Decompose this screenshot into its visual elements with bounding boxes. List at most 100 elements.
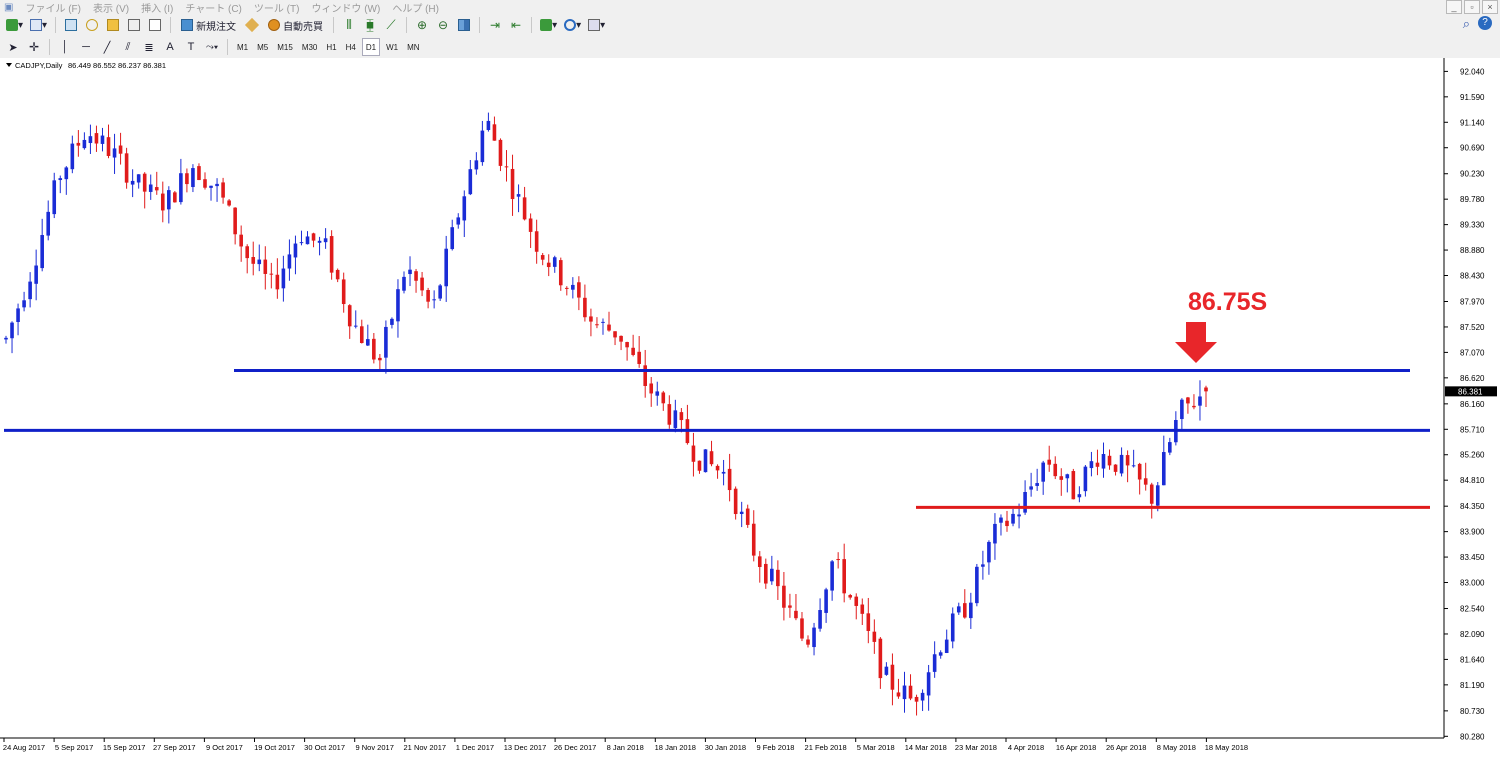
bull-candle <box>136 174 141 183</box>
auto-trade-button[interactable]: 自動売買 <box>264 16 327 34</box>
bull-candle <box>432 299 436 301</box>
auto-trade-icon <box>268 19 281 31</box>
bull-candle <box>64 167 69 180</box>
new-chart-button[interactable]: ▾ <box>4 16 25 34</box>
timeframe-h4[interactable]: H4 <box>343 39 359 55</box>
help-icon[interactable]: ? <box>1478 16 1492 30</box>
search-icon[interactable]: ⌕ <box>1463 16 1470 32</box>
menu-insert[interactable]: 挿入 (I) <box>141 0 173 15</box>
bull-candle <box>28 281 32 300</box>
auto-scroll-button[interactable]: ⇥ <box>486 16 504 34</box>
new-order-button[interactable]: 新規注文 <box>177 16 240 34</box>
bull-candle <box>34 265 38 284</box>
bull-candle <box>571 284 575 290</box>
menu-view[interactable]: 表示 (V) <box>93 0 129 15</box>
bull-candle <box>1083 466 1088 492</box>
candlestick-button[interactable]: ⧯ <box>361 16 379 34</box>
bull-candle <box>516 194 521 197</box>
bear-candle <box>154 187 159 191</box>
menu-window[interactable]: ウィンドウ (W) <box>311 0 380 15</box>
price-tick-label: 88.430 <box>1460 272 1485 281</box>
navigator-button[interactable] <box>104 16 122 34</box>
timeframe-m30[interactable]: M30 <box>299 39 321 55</box>
strategy-tester-button[interactable] <box>146 16 164 34</box>
bull-candle <box>1077 494 1082 498</box>
bear-candle <box>715 465 720 471</box>
line-chart-button[interactable]: ⟋ <box>382 16 400 34</box>
menu-tools[interactable]: ツール (T) <box>254 0 300 15</box>
bull-candle <box>938 652 943 656</box>
bar-chart-button[interactable]: ⫴ <box>340 16 358 34</box>
timeframe-d1[interactable]: D1 <box>361 38 381 56</box>
timeframe-m15[interactable]: M15 <box>274 39 296 55</box>
chart-shift-button[interactable]: ⇤ <box>507 16 525 34</box>
bear-candle <box>709 451 714 465</box>
zoom-in-button[interactable]: ⊕ <box>413 16 431 34</box>
bear-candle <box>679 412 684 421</box>
app-icon[interactable]: ▣ <box>4 2 13 13</box>
price-tick-label: 85.260 <box>1460 451 1485 460</box>
bear-candle <box>341 279 346 305</box>
price-tick-label: 82.540 <box>1460 605 1485 614</box>
data-window-button[interactable] <box>83 16 101 34</box>
timeframe-m1[interactable]: M1 <box>234 39 251 55</box>
bear-candle <box>275 274 280 290</box>
zoom-out-button[interactable]: ⊖ <box>434 16 452 34</box>
bear-candle <box>311 233 316 241</box>
fibonacci-button[interactable]: ≣ <box>140 38 158 56</box>
candlestick-chart[interactable]: CADJPY,Daily 86.449 86.552 86.237 86.381… <box>0 58 1500 758</box>
bear-candle <box>546 262 551 268</box>
bull-candle <box>468 169 473 195</box>
timeframe-h1[interactable]: H1 <box>323 39 339 55</box>
chart-window[interactable]: CADJPY,Daily 86.449 86.552 86.237 86.381… <box>0 58 1500 758</box>
annotation-label: 86.75S <box>1188 288 1267 316</box>
close-button[interactable]: × <box>1482 0 1498 14</box>
menu-chart[interactable]: チャート (C) <box>185 0 242 15</box>
bear-candle <box>637 351 641 364</box>
bull-candle <box>673 410 678 429</box>
bear-candle <box>227 200 231 206</box>
menu-file[interactable]: ファイル (F) <box>25 0 81 15</box>
bull-candle <box>739 511 744 514</box>
vertical-line-button[interactable]: │ <box>56 38 74 56</box>
menu-help[interactable]: ヘルプ (H) <box>392 0 439 15</box>
profiles-button[interactable]: ▾ <box>28 16 49 34</box>
time-tick-label: 15 Sep 2017 <box>103 743 146 752</box>
main-toolbar: ▾ ▾ 新規注文 自動売買 ⫴ ⧯ ⟋ ⊕ ⊖ ⇥ ⇤ ▾ ▾ ▾ ⌕ ? <box>0 14 1500 37</box>
timeframe-mn[interactable]: MN <box>404 39 422 55</box>
timeframe-m5[interactable]: M5 <box>254 39 271 55</box>
metaeditor-button[interactable] <box>243 16 261 34</box>
horizontal-line-button[interactable]: ─ <box>77 38 95 56</box>
cursor-button[interactable]: ➤ <box>4 38 22 56</box>
arrows-button[interactable]: ⤳▾ <box>203 38 221 56</box>
bull-candle <box>969 602 973 619</box>
tile-windows-button[interactable] <box>455 16 473 34</box>
price-tick-label: 87.520 <box>1460 323 1485 332</box>
periods-button[interactable]: ▾ <box>562 16 583 34</box>
time-tick-label: 16 Apr 2018 <box>1056 743 1096 752</box>
bear-candle <box>160 193 165 211</box>
text-button[interactable]: A <box>161 38 179 56</box>
terminal-button[interactable] <box>125 16 143 34</box>
templates-button[interactable]: ▾ <box>586 16 607 34</box>
bear-candle <box>420 277 424 291</box>
trendline-button[interactable]: ╱ <box>98 38 116 56</box>
bull-candle <box>179 173 183 203</box>
price-tick-label: 81.640 <box>1460 655 1485 664</box>
bear-candle <box>607 324 611 331</box>
indicators-button[interactable]: ▾ <box>538 16 559 34</box>
toolbar-divider <box>55 17 57 33</box>
bear-candle <box>872 631 877 642</box>
market-watch-button[interactable] <box>62 16 80 34</box>
timeframe-w1[interactable]: W1 <box>383 39 401 55</box>
channel-button[interactable]: ⫽ <box>119 38 137 56</box>
new-order-icon <box>181 19 194 31</box>
bear-candle <box>577 282 581 298</box>
bull-candle <box>1161 452 1166 486</box>
minimize-button[interactable]: _ <box>1446 0 1462 14</box>
restore-button[interactable]: ▫ <box>1464 0 1480 14</box>
crosshair-button[interactable]: ✛ <box>25 38 43 56</box>
bear-candle <box>1143 478 1148 485</box>
price-tick-label: 87.970 <box>1460 298 1485 307</box>
text-label-button[interactable]: T <box>182 38 200 56</box>
